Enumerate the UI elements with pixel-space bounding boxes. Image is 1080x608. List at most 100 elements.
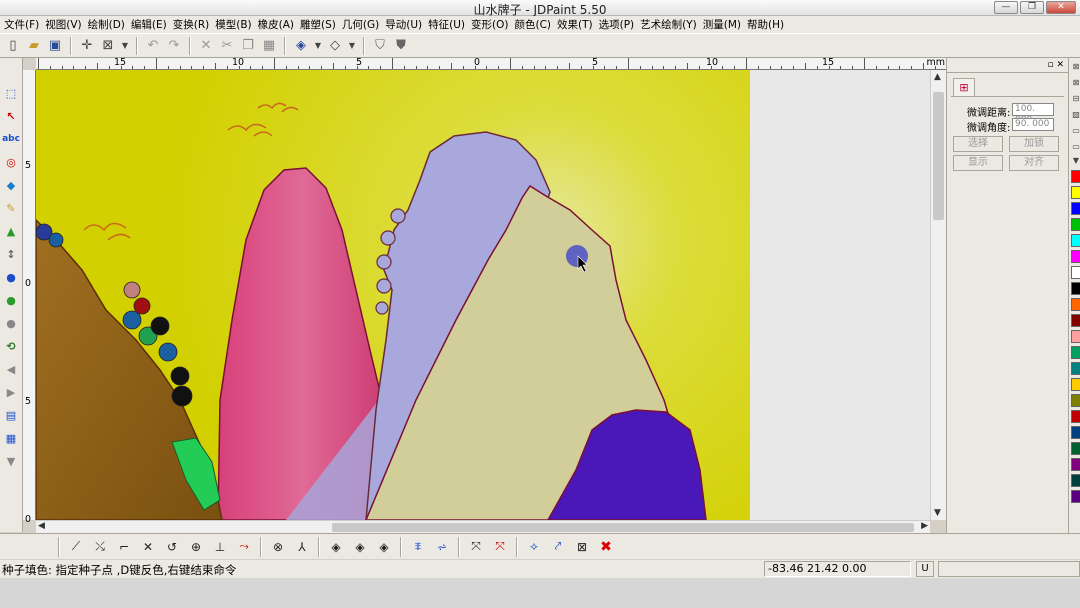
cone-icon[interactable]: ▼ xyxy=(2,452,20,470)
flat-icon[interactable]: ⩨ xyxy=(408,537,428,557)
select-rect-icon[interactable]: ⬚ xyxy=(2,84,20,102)
rotate-icon[interactable]: ⟲ xyxy=(2,337,20,355)
color-swatch[interactable] xyxy=(1071,426,1080,439)
menu-item[interactable]: 效果(T) xyxy=(556,17,598,32)
menu-item[interactable]: 文件(F) xyxy=(3,17,44,32)
menu-item[interactable]: 变形(O) xyxy=(470,17,513,32)
menu-item[interactable]: 选项(P) xyxy=(598,17,640,32)
color-swatch[interactable] xyxy=(1071,314,1080,327)
layers-icon[interactable]: ▤ xyxy=(2,406,20,424)
vertical-scrollbar[interactable]: ▲ ▼ xyxy=(930,70,946,520)
menu-item[interactable]: 橡皮(A) xyxy=(257,17,299,32)
arrow-right-icon[interactable]: ▶ xyxy=(2,383,20,401)
mesh-arrow-icon[interactable]: ⤤ xyxy=(548,537,568,557)
curve-icon[interactable]: ⤳ xyxy=(234,537,254,557)
redo-icon[interactable]: ↷ xyxy=(165,37,183,55)
open-icon[interactable]: ▰ xyxy=(25,37,43,55)
horizontal-scrollbar[interactable]: ◀ ▶ xyxy=(36,520,930,533)
color-swatch[interactable] xyxy=(1071,202,1080,215)
mesh-x-icon[interactable]: ⊠ xyxy=(572,537,592,557)
text-abc-icon[interactable]: abc xyxy=(2,130,20,148)
color-swatch[interactable] xyxy=(1071,282,1080,295)
menu-item[interactable]: 雕塑(S) xyxy=(299,17,341,32)
diamond1-icon[interactable]: ◈ xyxy=(326,537,346,557)
align-button[interactable]: 对齐 xyxy=(1009,155,1059,171)
seed-icon[interactable]: ⊗ xyxy=(268,537,288,557)
drawing-canvas[interactable] xyxy=(36,70,930,520)
color-swatch[interactable] xyxy=(1071,442,1080,455)
cube-view-icon[interactable]: ◈ xyxy=(292,37,310,55)
color-swatch[interactable] xyxy=(1071,362,1080,375)
brush-icon[interactable]: ✎ xyxy=(2,199,20,217)
cross-icon[interactable]: ✕ xyxy=(138,537,158,557)
minimize-button[interactable]: — xyxy=(994,1,1018,14)
unit-button[interactable]: U xyxy=(916,561,934,577)
menu-item[interactable]: 测量(M) xyxy=(702,17,746,32)
shield-filled-icon[interactable]: ⛊ xyxy=(392,37,410,55)
tab-fine-tune[interactable]: ⊞ xyxy=(953,78,975,96)
undo-icon[interactable]: ↶ xyxy=(144,37,162,55)
grid-icon[interactable]: ▦ xyxy=(2,429,20,447)
extend-icon[interactable]: ⅄ xyxy=(292,537,312,557)
cube-wire-icon[interactable]: ◇ xyxy=(326,37,344,55)
palette-tool-icon[interactable]: ▭ xyxy=(1071,124,1080,137)
color-swatch[interactable] xyxy=(1071,394,1080,407)
crosshair-icon[interactable]: ✛ xyxy=(78,37,96,55)
palette-tool-icon[interactable]: ▭ xyxy=(1071,140,1080,153)
color-swatch[interactable] xyxy=(1071,474,1080,487)
palette-tool-icon[interactable]: ⊠ xyxy=(1071,76,1080,89)
menu-item[interactable]: 视图(V) xyxy=(44,17,86,32)
color-swatch[interactable] xyxy=(1071,458,1080,471)
wave-icon[interactable]: ⩫ xyxy=(432,537,452,557)
delete-icon[interactable]: ✕ xyxy=(197,37,215,55)
menu-item[interactable]: 特征(U) xyxy=(427,17,470,32)
menu-item[interactable]: 模型(B) xyxy=(214,17,256,32)
color-swatch[interactable] xyxy=(1071,330,1080,343)
palette-tool-icon[interactable]: ⊠ xyxy=(1071,60,1080,73)
color-swatch[interactable] xyxy=(1071,378,1080,391)
corner-icon[interactable]: ⌐ xyxy=(114,537,134,557)
menu-item[interactable]: 颜色(C) xyxy=(513,17,556,32)
close-red-icon[interactable]: ✖ xyxy=(596,537,616,557)
mesh-icon[interactable]: ⟡ xyxy=(524,537,544,557)
perpendicular-icon[interactable]: ⊥ xyxy=(210,537,230,557)
chevron-down-icon[interactable]: ▼ xyxy=(347,37,357,55)
arc-icon[interactable]: ↺ xyxy=(162,537,182,557)
balloon-green-icon[interactable]: ● xyxy=(2,291,20,309)
paste-icon[interactable]: ▦ xyxy=(260,37,278,55)
shield-icon[interactable]: ⛉ xyxy=(371,37,389,55)
fine-angle-input[interactable]: 90. 000 xyxy=(1012,118,1054,131)
new-icon[interactable]: ▯ xyxy=(4,37,22,55)
color-swatch[interactable] xyxy=(1071,250,1080,263)
pin-icon[interactable]: ● xyxy=(2,314,20,332)
split-icon[interactable]: ⤯ xyxy=(90,537,110,557)
color-swatch[interactable] xyxy=(1071,410,1080,423)
view-box-icon[interactable]: ⊠ xyxy=(99,37,117,55)
balloon-blue-icon[interactable]: ● xyxy=(2,268,20,286)
color-swatch[interactable] xyxy=(1071,170,1080,183)
menu-item[interactable]: 变换(R) xyxy=(172,17,215,32)
chevron-down-icon[interactable]: ▼ xyxy=(313,37,323,55)
color-swatch[interactable] xyxy=(1071,490,1080,503)
menu-item[interactable]: 导动(U) xyxy=(384,17,427,32)
menu-item[interactable]: 帮助(H) xyxy=(746,17,789,32)
color-swatch[interactable] xyxy=(1071,186,1080,199)
menu-item[interactable]: 艺术绘制(Y) xyxy=(639,17,702,32)
fill-bucket-icon[interactable]: ▲ xyxy=(2,222,20,240)
arrow-left-icon[interactable]: ◀ xyxy=(2,360,20,378)
diamond3-icon[interactable]: ◈ xyxy=(374,537,394,557)
color-swatch[interactable] xyxy=(1071,234,1080,247)
node-x-red-icon[interactable]: ⤧ xyxy=(490,537,510,557)
node-edit-icon[interactable]: ↖ xyxy=(2,107,20,125)
menu-item[interactable]: 编辑(E) xyxy=(130,17,172,32)
maximize-button[interactable]: ❐ xyxy=(1020,1,1044,14)
color-swatch[interactable] xyxy=(1071,346,1080,359)
eraser-icon[interactable]: ◆ xyxy=(2,176,20,194)
show-button[interactable]: 显示 xyxy=(953,155,1003,171)
color-swatch[interactable] xyxy=(1071,218,1080,231)
palette-tool-icon[interactable]: ▨ xyxy=(1071,108,1080,121)
save-icon[interactable]: ▣ xyxy=(46,37,64,55)
pin-icon[interactable]: ▫ ✕ xyxy=(1047,60,1064,70)
circle-target-icon[interactable]: ◎ xyxy=(2,153,20,171)
line-icon[interactable]: ⟋ xyxy=(66,537,86,557)
